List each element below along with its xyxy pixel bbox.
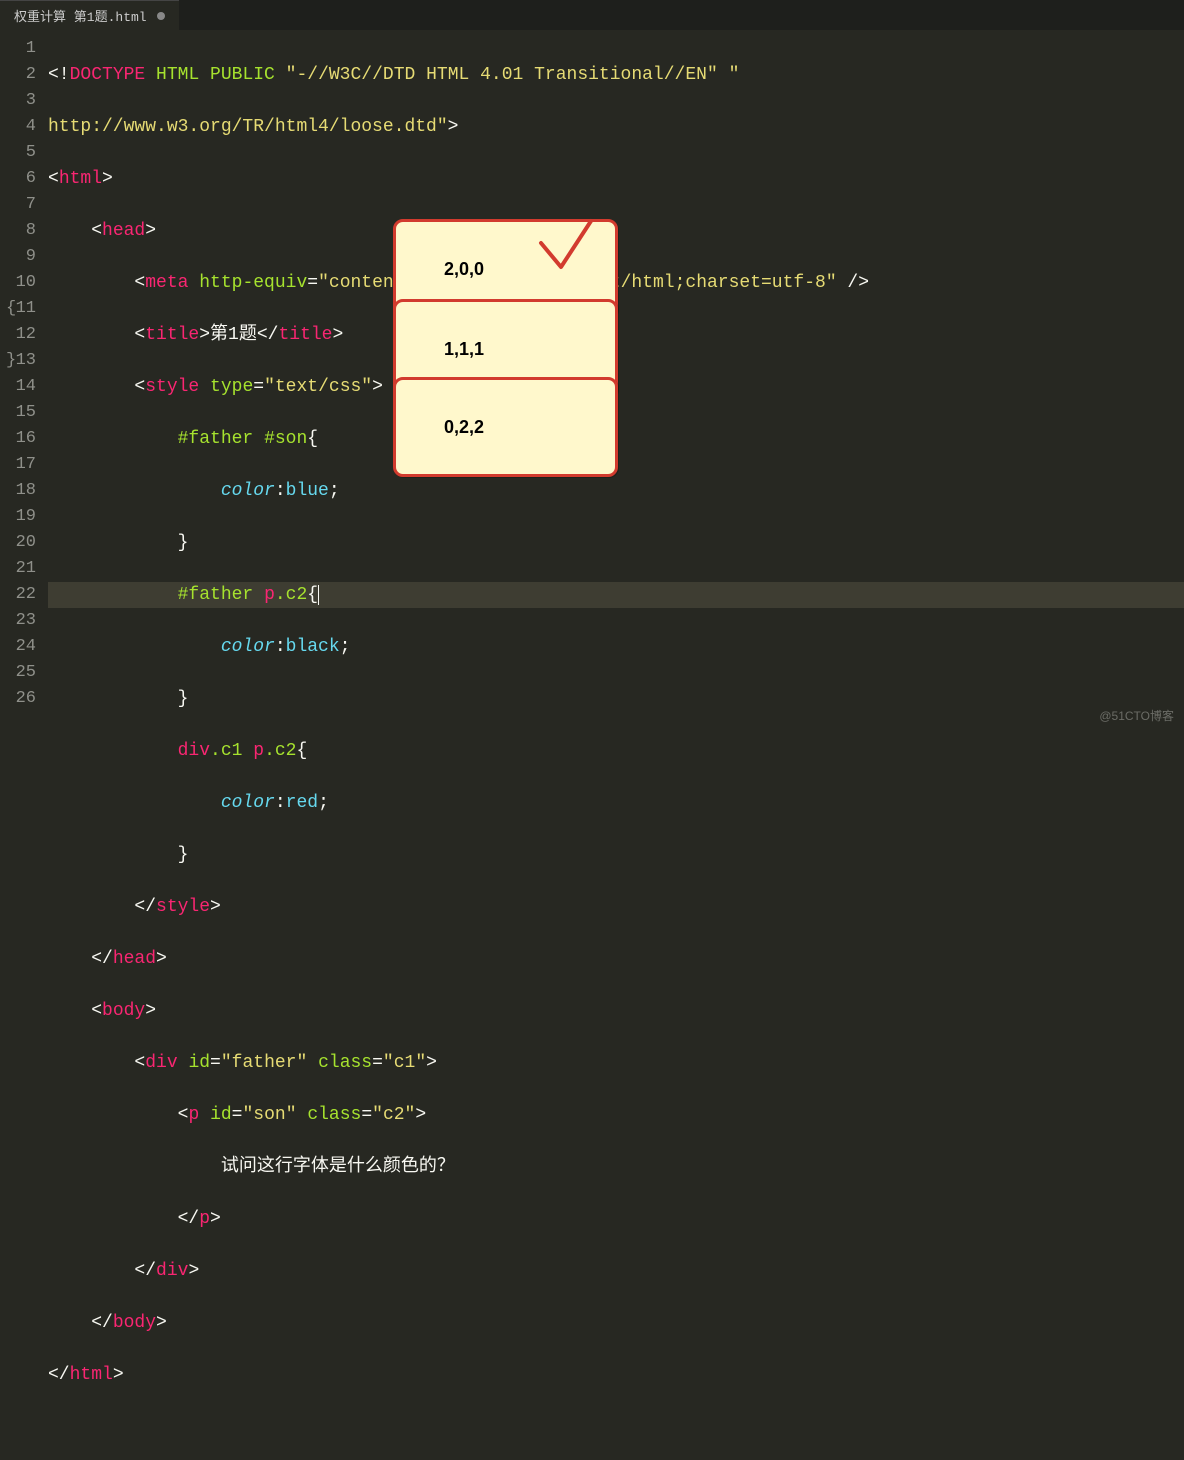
line-number-gutter: 1 2 3 4 5 6 7 8 9 10 11 12 13 14 15 16 1… [0,30,48,730]
tab-bar: 权重计算 第1题.html [0,0,1184,30]
unsaved-indicator-icon [157,12,165,20]
code-area[interactable]: <!DOCTYPE HTML PUBLIC "-//W3C//DTD HTML … [48,30,1184,730]
callout-text: 0,2,2 [444,417,484,437]
editor: 1 2 3 4 5 6 7 8 9 10 11 12 13 14 15 16 1… [0,30,1184,730]
specificity-callout-3: 0,2,2 [393,377,618,477]
tab-title: 权重计算 第1题.html [14,6,147,25]
watermark: @51CTO博客 [1099,707,1174,724]
callout-text: 1,1,1 [444,339,484,359]
checkmark-icon [533,215,603,285]
file-tab[interactable]: 权重计算 第1题.html [0,0,179,30]
callout-text: 2,0,0 [444,259,484,279]
